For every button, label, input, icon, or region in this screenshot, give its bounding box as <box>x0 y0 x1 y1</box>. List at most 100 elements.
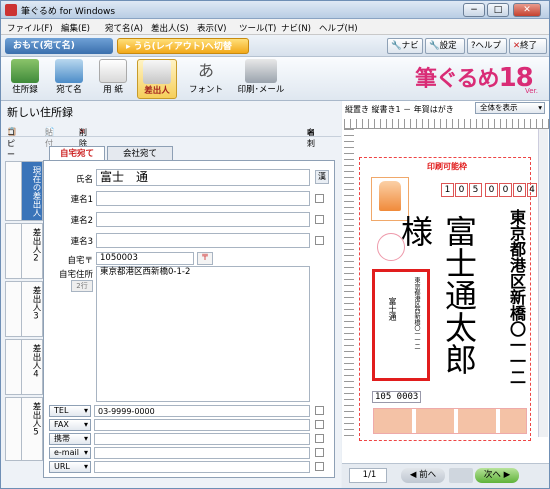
contact-fax-checkbox[interactable] <box>315 420 324 429</box>
menu-address[interactable]: 宛て名(A) <box>105 22 143 34</box>
sub-toolbar: 📋 コピー 📄 貼付 ✕ 削除 ▤ 名刺 <box>1 121 341 159</box>
menu-bar: ファイル(F) 編集(E) 宛て名(A) 差出人(S) 表示(V) ツール(T)… <box>1 19 549 35</box>
kanji-button[interactable]: 漢 <box>315 170 329 184</box>
tool-print-mail[interactable]: 印刷･メール <box>233 59 289 99</box>
contact-tel-input[interactable]: 03-9999-0000 <box>94 405 310 417</box>
tool-sender[interactable]: 差出人 <box>137 59 177 99</box>
tool-recipient[interactable]: 宛て名 <box>49 59 89 99</box>
zip-digit-7: 4 <box>527 183 537 197</box>
contact-email-checkbox[interactable] <box>315 448 324 457</box>
page-indicator: 1/1 <box>349 468 387 483</box>
navi-button[interactable]: 🔧ナビ <box>387 38 423 54</box>
zip-digit-3: 5 <box>469 183 482 197</box>
stamp-icon <box>379 181 401 211</box>
window-title: 筆ぐるめ for Windows <box>21 7 116 17</box>
contact-fax-input[interactable] <box>94 419 310 431</box>
preview-scrollbar[interactable] <box>538 129 548 437</box>
menu-help[interactable]: ヘルプ(H) <box>319 22 358 34</box>
side-tab-sender-4[interactable]: 差出人4 <box>21 339 43 395</box>
settings-button[interactable]: 🔧設定 <box>425 38 465 54</box>
two-line-button[interactable]: 2行 <box>71 280 93 292</box>
zoom-select[interactable]: 全体を表示 ▾ <box>475 102 545 114</box>
contact-url-input[interactable] <box>94 461 310 473</box>
app-window: 筆ぐるめ for Windows − □ ✕ ファイル(F) 編集(E) 宛て名… <box>0 0 550 489</box>
contact-url-checkbox[interactable] <box>315 462 324 471</box>
name-label: 氏名 <box>75 175 93 185</box>
zip-input[interactable]: 1050003 <box>96 252 194 265</box>
paper-icon <box>99 59 127 83</box>
contact-type-email[interactable]: e-mail ▾ <box>49 447 91 459</box>
panel-title: 新しい住所録 <box>7 106 73 119</box>
prev-page-button[interactable]: ◀ 前へ <box>401 468 445 483</box>
horizontal-ruler <box>344 119 549 129</box>
contact-mobile-checkbox[interactable] <box>315 434 324 443</box>
joint-name-1-label: 連名1 <box>70 195 93 205</box>
zip-digit-5: 0 <box>499 183 512 197</box>
front-mode-tab[interactable]: おもて(宛て名) <box>5 38 113 54</box>
tab-home[interactable]: 自宅宛て <box>49 146 105 160</box>
joint-name-3-label: 連名3 <box>70 237 93 247</box>
preview-header: 縦置き 縦書き1 － 年賀はがき <box>345 105 454 114</box>
joint-name-2-label: 連名2 <box>70 216 93 226</box>
side-tab-sender-5[interactable]: 差出人5 <box>21 397 43 461</box>
menu-view[interactable]: 表示(V) <box>197 22 226 34</box>
font-icon: あ <box>197 61 214 80</box>
menu-file[interactable]: ファイル(F) <box>7 22 53 34</box>
tool-address-book[interactable]: 住所録 <box>5 59 45 99</box>
contact-mobile-input[interactable] <box>94 433 310 445</box>
joint-name-3-input[interactable] <box>96 233 310 248</box>
prev-arrow-icon: ◀ <box>409 470 417 480</box>
contact-email-input[interactable] <box>94 447 310 459</box>
vertical-ruler <box>344 129 354 437</box>
sender-address: 東京都港区西新橋〇一一二 <box>413 277 420 349</box>
zip-digit-2: 0 <box>455 183 468 197</box>
lottery-number-strip <box>373 408 527 434</box>
contact-type-fax[interactable]: FAX ▾ <box>49 419 91 431</box>
sender-name: 富士通 <box>388 297 397 321</box>
address-label: 自宅住所 <box>58 270 93 280</box>
menu-sender[interactable]: 差出人(S) <box>151 22 189 34</box>
printable-area-label: 印刷可能枠 <box>425 161 469 172</box>
contact-type-mobile[interactable]: 携帯 ▾ <box>49 433 91 445</box>
name-input[interactable]: 富士 通 <box>96 169 310 186</box>
menu-edit[interactable]: 編集(E) <box>61 22 90 34</box>
logo-version: Ver. <box>525 87 539 95</box>
contact-type-url[interactable]: URL ▾ <box>49 461 91 473</box>
joint-name-1-checkbox[interactable] <box>315 194 324 203</box>
mode-bar: おもて(宛て名) ▸ うら(レイアウト)へ切替 🔧ナビ 🔧設定 ?ヘルプ ✕終了 <box>1 35 549 57</box>
close-button[interactable]: ✕ <box>513 3 541 17</box>
title-bar: 筆ぐるめ for Windows − □ ✕ <box>1 1 549 19</box>
zip-digit-1: 1 <box>441 183 454 197</box>
app-logo: 筆ぐるめ18 <box>415 63 534 93</box>
sender-highlight-frame <box>372 269 430 381</box>
side-tab-sender-2[interactable]: 差出人2 <box>21 223 43 279</box>
sender-zip: 105 0003 <box>372 391 422 403</box>
side-tab-current-sender[interactable]: 現在の差出人 <box>21 161 43 221</box>
menu-tools[interactable]: ツール(T) <box>239 22 276 34</box>
exit-button[interactable]: ✕終了 <box>509 38 547 54</box>
joint-name-2-checkbox[interactable] <box>315 215 324 224</box>
page-slider[interactable] <box>449 468 473 483</box>
joint-name-1-input[interactable] <box>96 191 310 206</box>
navi-icon: 🔧 <box>391 41 402 51</box>
address-book-icon <box>11 59 39 83</box>
contact-tel-checkbox[interactable] <box>315 406 324 415</box>
address-input[interactable]: 東京都港区西新橋0-1-2 <box>96 266 310 402</box>
next-page-button[interactable]: 次へ ▶ <box>475 468 519 483</box>
switch-to-back-button[interactable]: ▸ うら(レイアウト)へ切替 <box>117 38 249 54</box>
tool-font[interactable]: あ フォント <box>181 59 231 99</box>
joint-name-2-input[interactable] <box>96 212 310 227</box>
maximize-button[interactable]: □ <box>487 3 509 17</box>
tool-paper[interactable]: 用 紙 <box>93 59 133 99</box>
menu-navi[interactable]: ナビ(N) <box>281 22 311 34</box>
side-tab-sender-3[interactable]: 差出人3 <box>21 281 43 337</box>
recipient-icon <box>55 59 83 83</box>
joint-name-3-checkbox[interactable] <box>315 236 324 245</box>
minimize-button[interactable]: − <box>463 3 485 17</box>
help-button[interactable]: ?ヘルプ <box>467 38 507 54</box>
recipient-name: 富士通太郎様 <box>396 215 478 375</box>
tab-company[interactable]: 会社宛て <box>107 146 173 160</box>
sender-icon <box>143 60 171 84</box>
contact-type-tel[interactable]: TEL ▾ <box>49 405 91 417</box>
zip-lookup-button[interactable]: 〒 <box>197 252 213 265</box>
